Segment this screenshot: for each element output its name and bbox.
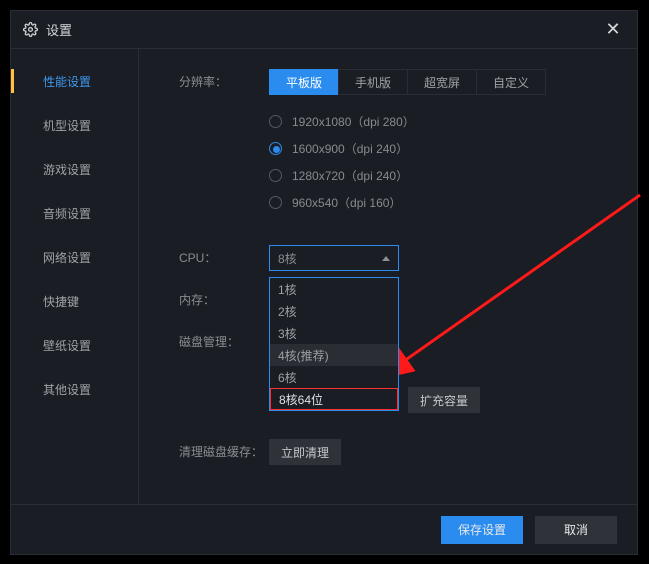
sidebar-item-7[interactable]: 其他设置: [11, 367, 138, 411]
cpu-label: CPU：: [179, 245, 269, 266]
clear-now-button[interactable]: 立即清理: [269, 439, 341, 465]
cpu-option-3[interactable]: 4核(推荐): [270, 344, 398, 366]
save-button[interactable]: 保存设置: [441, 516, 523, 544]
resolution-radio-2[interactable]: 1280x720（dpi 240）: [269, 167, 415, 184]
cancel-button[interactable]: 取消: [535, 516, 617, 544]
sidebar-item-6[interactable]: 壁纸设置: [11, 323, 138, 367]
radio-dot-icon: [269, 169, 282, 182]
cpu-option-4[interactable]: 6核: [270, 366, 398, 388]
cpu-option-5[interactable]: 8核64位: [270, 388, 398, 410]
cpu-select-value: 8核: [278, 250, 297, 267]
resolution-tab-0[interactable]: 平板版: [269, 69, 339, 95]
resolution-radio-1[interactable]: 1600x900（dpi 240）: [269, 140, 415, 157]
sidebar-item-4[interactable]: 网络设置: [11, 235, 138, 279]
window-title: 设置: [46, 20, 72, 39]
cpu-option-0[interactable]: 1核: [270, 278, 398, 300]
cpu-option-1[interactable]: 2核: [270, 300, 398, 322]
sidebar-item-2[interactable]: 游戏设置: [11, 147, 138, 191]
resolution-label: 分辨率：: [179, 69, 269, 90]
resolution-radio-3[interactable]: 960x540（dpi 160）: [269, 194, 415, 211]
cpu-option-2[interactable]: 3核: [270, 322, 398, 344]
radio-dot-icon: [269, 196, 282, 209]
cpu-select[interactable]: 8核: [269, 245, 399, 271]
resolution-radio-0[interactable]: 1920x1080（dpi 280）: [269, 113, 415, 130]
gear-icon: [23, 22, 38, 37]
sidebar-item-3[interactable]: 音频设置: [11, 191, 138, 235]
memory-label: 内存：: [179, 287, 269, 308]
close-icon[interactable]: ✕: [601, 19, 625, 40]
expand-capacity-button[interactable]: 扩充容量: [408, 387, 480, 413]
resolution-radios: 1920x1080（dpi 280） 1600x900（dpi 240） 1280x…: [269, 111, 415, 211]
sidebar: 性能设置机型设置游戏设置音频设置网络设置快捷键壁纸设置其他设置: [11, 49, 139, 504]
resolution-tab-2[interactable]: 超宽屏: [407, 69, 477, 95]
radio-dot-icon: [269, 142, 282, 155]
radio-dot-icon: [269, 115, 282, 128]
resolution-tab-1[interactable]: 手机版: [338, 69, 408, 95]
titlebar: 设置 ✕: [11, 11, 637, 49]
sidebar-item-1[interactable]: 机型设置: [11, 103, 138, 147]
cpu-dropdown: 1核2核3核4核(推荐)6核8核64位: [269, 277, 399, 411]
clear-cache-label: 清理磁盘缓存：: [179, 439, 269, 460]
resolution-tab-3[interactable]: 自定义: [476, 69, 546, 95]
content: 分辨率： 平板版手机版超宽屏自定义 1920x1080（dpi 280） 1600…: [139, 49, 637, 504]
settings-window: 设置 ✕ 性能设置机型设置游戏设置音频设置网络设置快捷键壁纸设置其他设置 分辨率…: [10, 10, 638, 555]
footer: 保存设置 取消: [11, 504, 637, 554]
chevron-up-icon: [382, 256, 390, 261]
disk-label: 磁盘管理：: [179, 329, 269, 350]
sidebar-item-5[interactable]: 快捷键: [11, 279, 138, 323]
resolution-tabs: 平板版手机版超宽屏自定义: [269, 69, 546, 95]
sidebar-item-0[interactable]: 性能设置: [11, 59, 138, 103]
